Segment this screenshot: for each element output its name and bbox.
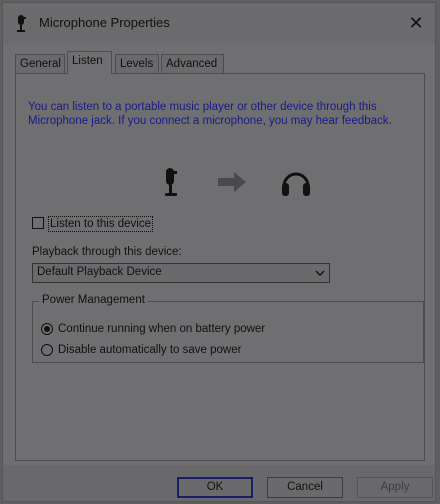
tab-advanced[interactable]: Advanced [161,54,224,73]
playback-device-select[interactable]: Default Playback Device [32,263,330,283]
continue-running-radio[interactable] [41,323,53,335]
chevron-down-icon [315,270,325,277]
microphone-icon [165,168,177,196]
tab-levels[interactable]: Levels [115,54,159,73]
playback-label: Playback through this device: [32,246,182,258]
arrow-right-icon [218,172,246,192]
dialog-footer: OK Cancel Apply [3,465,435,501]
disable-automatically-radio[interactable] [41,344,53,356]
close-button[interactable]: ✕ [403,11,429,35]
disable-automatically-label[interactable]: Disable automatically to save power [58,343,241,357]
microphone-properties-dialog: Microphone Properties ✕ General Listen L… [2,2,436,502]
microphone-icon [17,15,26,32]
continue-running-label[interactable]: Continue running when on battery power [58,322,265,336]
window-title: Microphone Properties [39,15,170,30]
tab-general[interactable]: General [15,54,65,73]
tab-listen[interactable]: Listen [67,51,112,74]
listen-illustration [165,168,310,196]
ok-button[interactable]: OK [177,477,253,498]
listen-description: You can listen to a portable music playe… [28,101,392,127]
power-management-legend: Power Management [39,294,148,306]
listen-tab-panel: You can listen to a portable music playe… [15,73,425,461]
apply-button[interactable]: Apply [357,477,433,498]
cancel-button[interactable]: Cancel [267,477,343,498]
power-management-group: Power Management Continue running when o… [32,294,424,363]
listen-checkbox-label[interactable]: Listen to this device [48,216,154,232]
playback-device-value: Default Playback Device [37,266,162,278]
listen-checkbox[interactable] [32,217,44,229]
title-bar: Microphone Properties ✕ [3,3,435,43]
headphones-icon [282,172,310,196]
